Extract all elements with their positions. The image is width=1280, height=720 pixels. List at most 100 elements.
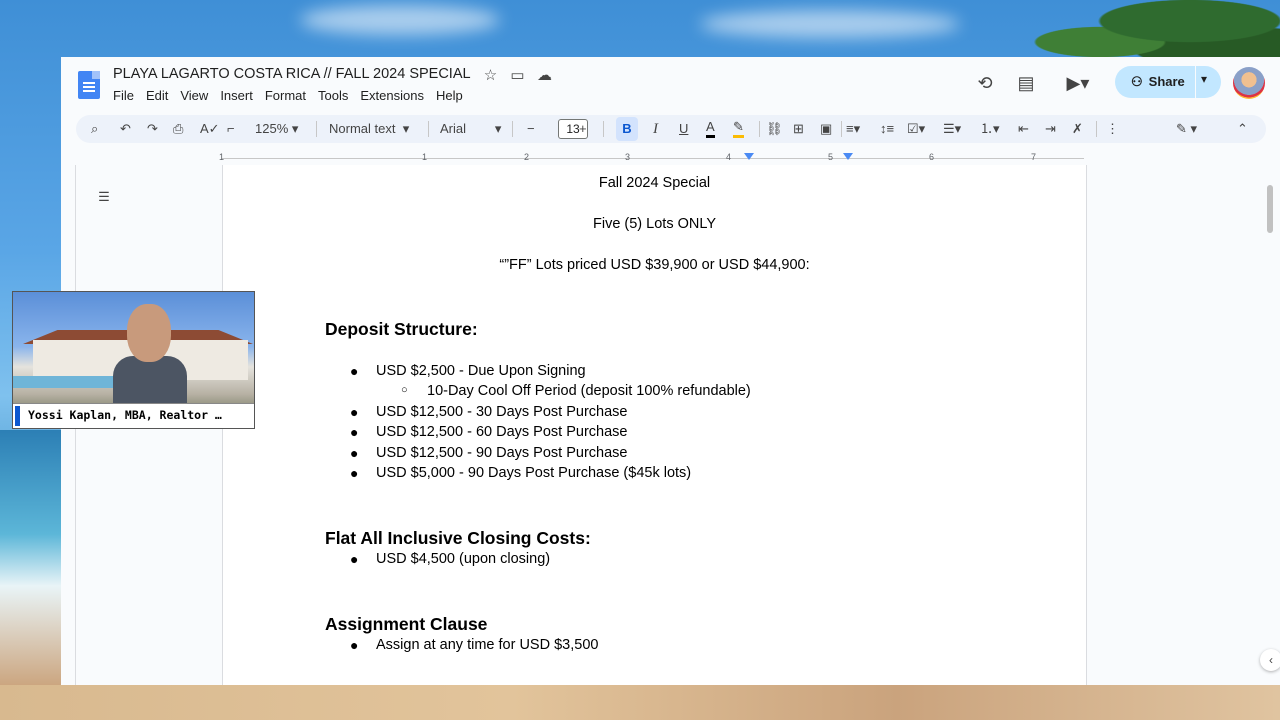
redo-icon[interactable]: ↷ <box>147 119 158 139</box>
toolbar: ⌕ ↶ ↷ ⎙ A✓ ⌐ 125% ▾ Normal text ▾ Arial … <box>76 115 1266 143</box>
increase-font-size-button[interactable]: + <box>579 119 587 139</box>
bullet-icon: ● <box>350 551 359 567</box>
doc-line: Five (5) Lots ONLY <box>592 216 717 232</box>
move-folder-icon[interactable]: ▭ <box>509 67 526 84</box>
share-button[interactable]: ⚇ Share ▾ <box>1115 66 1221 98</box>
section-heading: Flat All Inclusive Closing Costs: <box>325 528 591 548</box>
clear-formatting-icon[interactable]: ✗ <box>1072 119 1083 139</box>
decrease-font-size-button[interactable]: − <box>527 119 535 139</box>
font-select[interactable]: Arial ▾ <box>440 119 501 139</box>
avatar[interactable] <box>1233 67 1265 99</box>
ruler-label: 4 <box>726 152 732 162</box>
ruler-label: 1 <box>422 152 428 162</box>
text-color-button[interactable]: A <box>706 119 715 138</box>
bullet-icon: ● <box>350 637 359 653</box>
side-panel-toggle-icon[interactable]: ‹ <box>1260 649 1280 671</box>
list-item: USD $5,000 - 90 Days Post Purchase ($45k… <box>376 465 692 481</box>
menu-insert[interactable]: Insert <box>220 88 265 103</box>
search-menus-icon[interactable]: ⌕ <box>91 119 98 139</box>
bullet-icon: ● <box>350 404 359 420</box>
style-select[interactable]: Normal text ▾ <box>329 119 409 139</box>
beach-scenery <box>0 430 62 690</box>
editing-mode-icon[interactable]: ✎ ▾ <box>1176 119 1197 139</box>
align-icon[interactable]: ≡▾ <box>846 119 860 139</box>
insert-link-icon[interactable]: ⛓ <box>766 119 783 139</box>
zoom-select[interactable]: 125% ▾ <box>255 119 298 139</box>
paint-format-icon[interactable]: ⌐ <box>227 119 235 139</box>
cloud <box>700 10 960 38</box>
checklist-icon[interactable]: ☑▾ <box>907 119 925 139</box>
menu-help[interactable]: Help <box>436 88 475 103</box>
line-spacing-icon[interactable]: ↕≡ <box>880 119 894 139</box>
right-indent-marker[interactable] <box>843 153 853 160</box>
menu-view[interactable]: View <box>180 88 220 103</box>
undo-icon[interactable]: ↶ <box>120 119 131 139</box>
ruler-label: 7 <box>1031 152 1037 162</box>
collapse-menus-icon[interactable]: ⌃ <box>1237 119 1248 139</box>
add-comment-icon[interactable]: ⊞ <box>793 119 804 139</box>
document-title[interactable]: PLAYA LAGARTO COSTA RICA // FALL 2024 SP… <box>113 66 471 82</box>
document-outline-icon[interactable]: ☰ <box>91 184 117 210</box>
doc-line: “”FF” Lots priced USD $39,900 or USD $44… <box>499 257 810 273</box>
ruler-label: 3 <box>625 152 631 162</box>
zoom-value: 125% <box>255 121 289 136</box>
decrease-indent-icon[interactable]: ⇤ <box>1018 119 1029 139</box>
underline-button[interactable]: U <box>679 119 688 139</box>
insert-image-icon[interactable]: ▣ <box>820 119 832 139</box>
presenter-head <box>127 304 171 362</box>
doc-line: Fall 2024 Special <box>598 175 711 191</box>
cloud <box>300 5 500 35</box>
menu-extensions[interactable]: Extensions <box>360 88 436 103</box>
indent-marker[interactable] <box>744 153 754 160</box>
docs-logo-icon[interactable] <box>78 71 100 99</box>
list-item: USD $12,500 - 30 Days Post Purchase <box>376 404 628 420</box>
bullet-icon: ● <box>350 445 359 461</box>
chevron-down-icon[interactable]: ▾ <box>1201 72 1207 86</box>
spellcheck-icon[interactable]: A✓ <box>200 119 220 139</box>
style-value: Normal text <box>329 121 396 136</box>
highlight-color-icon[interactable]: ✎ <box>733 119 744 138</box>
ruler-label: 5 <box>828 152 834 162</box>
bullet-icon: ● <box>350 465 359 481</box>
list-item: USD $4,500 (upon closing) <box>376 551 551 567</box>
section-heading: Assignment Clause <box>325 614 488 634</box>
bulleted-list-icon[interactable]: ☰▾ <box>943 119 961 139</box>
list-item: USD $2,500 - Due Upon Signing <box>376 363 586 379</box>
list-item: 10-Day Cool Off Period (deposit 100% ref… <box>427 383 751 399</box>
menu-format[interactable]: Format <box>265 88 318 103</box>
list-item: USD $12,500 - 90 Days Post Purchase <box>376 445 628 461</box>
more-options-icon[interactable]: ⋮ <box>1106 119 1119 139</box>
share-label: Share <box>1148 74 1185 89</box>
ruler[interactable]: 1 1 2 3 4 5 6 7 <box>75 152 1265 166</box>
numbered-list-icon[interactable]: ⒈▾ <box>980 119 1000 139</box>
italic-button[interactable]: I <box>653 119 658 139</box>
font-value: Arial <box>440 121 467 136</box>
menu-tools[interactable]: Tools <box>318 88 360 103</box>
star-icon[interactable]: ☆ <box>482 67 499 84</box>
menu-edit[interactable]: Edit <box>146 88 180 103</box>
version-history-icon[interactable]: ⟲ <box>973 71 997 95</box>
ruler-label: 1 <box>219 152 225 162</box>
bullet-icon: ● <box>350 363 359 379</box>
bullet-icon: ● <box>350 424 359 440</box>
name-bar: Yossi Kaplan, MBA, Realtor … <box>13 403 254 428</box>
meet-icon[interactable]: ▶▾ <box>1061 71 1095 95</box>
beach-scenery <box>0 685 1280 720</box>
comments-icon[interactable]: ▤ <box>1014 71 1038 95</box>
presenter-body <box>113 356 187 404</box>
menu-file[interactable]: File <box>113 88 146 103</box>
increase-indent-icon[interactable]: ⇥ <box>1045 119 1056 139</box>
video-overlay[interactable]: Yossi Kaplan, MBA, Realtor … <box>12 291 255 429</box>
sub-bullet-icon: ○ <box>401 384 408 396</box>
bold-button[interactable]: B <box>616 117 638 141</box>
ruler-label: 6 <box>929 152 935 162</box>
scrollbar[interactable] <box>1267 185 1273 233</box>
print-icon[interactable]: ⎙ <box>173 119 183 139</box>
section-heading: Deposit Structure: <box>325 319 478 339</box>
list-item: USD $12,500 - 60 Days Post Purchase <box>376 424 628 440</box>
cloud-status-icon[interactable]: ☁ <box>536 67 553 84</box>
ruler-label: 2 <box>524 152 530 162</box>
menu-bar: File Edit View Insert Format Tools Exten… <box>113 88 475 103</box>
document-page[interactable]: Fall 2024 Special Five (5) Lots ONLY “”F… <box>222 165 1087 685</box>
list-item: Assign at any time for USD $3,500 <box>376 637 599 653</box>
